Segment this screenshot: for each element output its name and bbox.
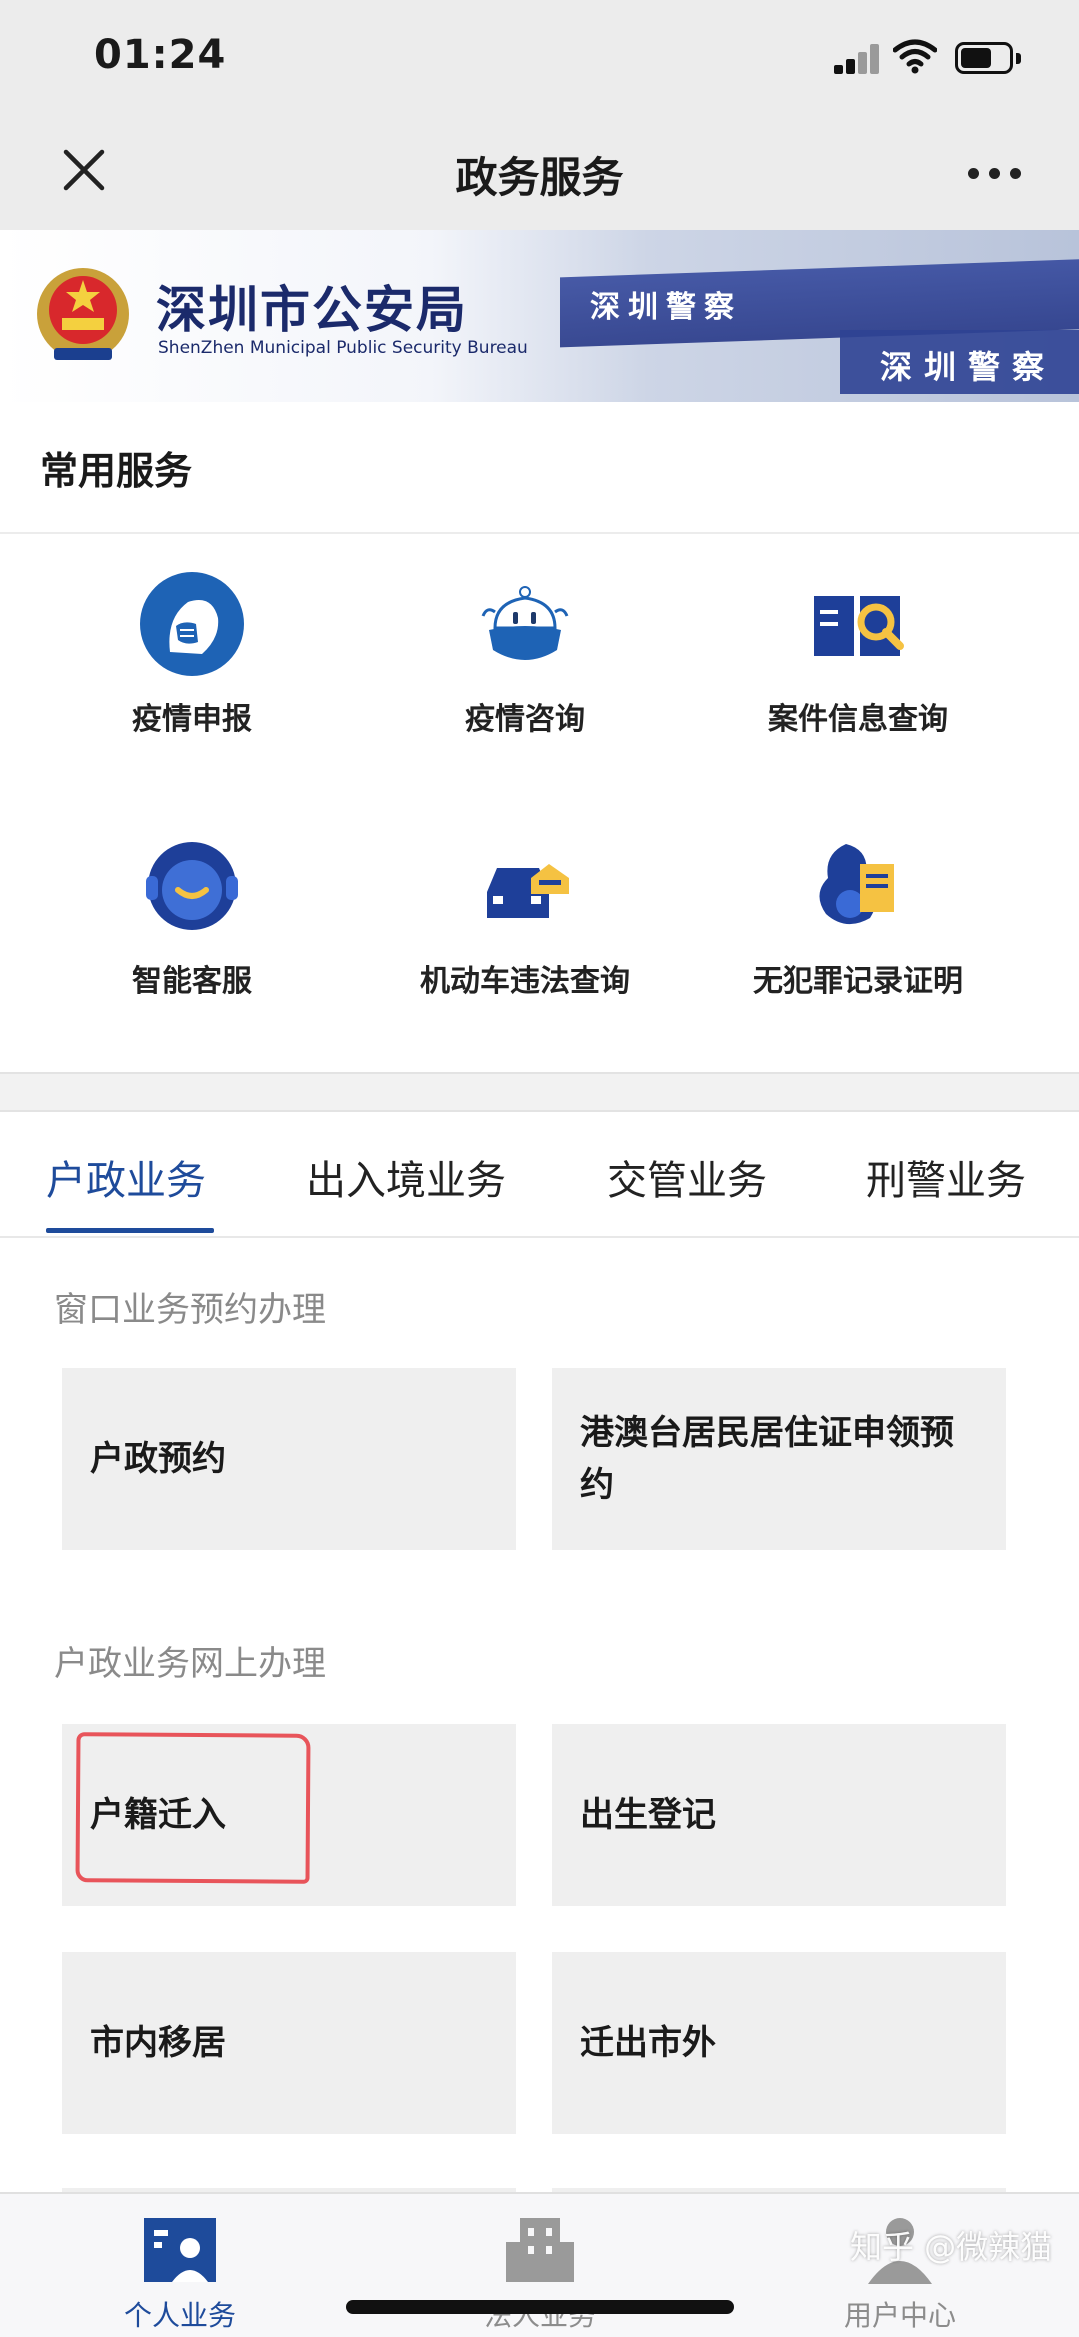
service-label: 疫情申报 xyxy=(132,702,252,737)
common-services-grid: 疫情申报 疫情咨询 案件信息查询 智能客服 机动车违法查询 无犯罪记录证明 xyxy=(0,534,1079,1074)
building-icon xyxy=(506,2218,574,2282)
bottom-tab-label: 用户中心 xyxy=(843,2299,956,2332)
card-label: 出生登记 xyxy=(580,1795,716,1835)
service-label: 疫情咨询 xyxy=(465,702,585,737)
service-label: 机动车违法查询 xyxy=(420,964,630,999)
org-name-en: ShenZhen Municipal Public Security Burea… xyxy=(158,338,528,358)
group-label-online: 户政业务网上办理 xyxy=(54,1644,326,1684)
service-smart-support[interactable]: 智能客服 xyxy=(12,796,372,999)
status-time: 01:24 xyxy=(94,32,227,78)
car-violation-icon xyxy=(487,864,569,918)
tab-exit-entry[interactable]: 出入境业务 xyxy=(306,1148,506,1206)
cellular-signal-icon xyxy=(834,44,882,74)
bottom-tab-legal-entity[interactable]: 法人业务 xyxy=(360,2194,720,2337)
service-label: 案件信息查询 xyxy=(768,702,948,737)
service-epidemic-report[interactable]: 疫情申报 xyxy=(12,534,372,737)
banner-sign-text: 深圳警察 xyxy=(880,348,1057,386)
page-title: 政务服务 xyxy=(455,153,624,202)
mascot-icon xyxy=(481,586,569,660)
book-search-icon xyxy=(814,596,904,656)
group-label-appointment: 窗口业务预约办理 xyxy=(54,1290,326,1330)
service-epidemic-consult[interactable]: 疫情咨询 xyxy=(345,534,705,737)
service-label: 智能客服 xyxy=(132,964,252,999)
org-name: 深圳市公安局 xyxy=(156,281,468,339)
status-bar: 01:24 xyxy=(0,0,1079,120)
tab-criminal[interactable]: 刑警业务 xyxy=(866,1148,1026,1206)
service-vehicle-violation[interactable]: 机动车违法查询 xyxy=(345,796,705,999)
watermark: 知乎 @微辣猫 xyxy=(850,2228,1053,2266)
card-move-within-city[interactable]: 市内移居 xyxy=(62,1952,516,2134)
headset-robot-icon xyxy=(146,842,238,930)
tab-traffic[interactable]: 交管业务 xyxy=(607,1148,767,1206)
section-separator xyxy=(0,1072,1079,1112)
nav-bar: 政务服务 xyxy=(0,120,1079,230)
card-label: 港澳台居民居住证申领预约 xyxy=(580,1413,954,1505)
red-annotation-box xyxy=(75,1732,311,1884)
battery-icon xyxy=(955,42,1021,74)
police-emblem-logo xyxy=(37,268,129,360)
header-banner: 深圳警察 深圳警察 深圳市公安局 ShenZhen Municipal Publ… xyxy=(0,230,1079,402)
business-tabs: 户政业务 出入境业务 交管业务 刑警业务 xyxy=(0,1112,1079,1238)
common-services-title: 常用服务 xyxy=(40,449,193,493)
tab-household[interactable]: 户政业务 xyxy=(46,1148,206,1206)
more-options-icon[interactable] xyxy=(968,168,1022,180)
service-no-crime-certificate[interactable]: 无犯罪记录证明 xyxy=(678,796,1038,999)
card-birth-registration[interactable]: 出生登记 xyxy=(552,1724,1006,1906)
service-label: 无犯罪记录证明 xyxy=(753,964,963,999)
card-label: 市内移居 xyxy=(90,2023,226,2063)
card-label: 迁出市外 xyxy=(580,2023,716,2063)
banner-sign-text: 深圳警察 xyxy=(590,290,742,325)
app-screen: 01:24 政务服务 深圳警察 深圳警察 深圳市公安局 ShenZhen Mun… xyxy=(0,0,1079,2337)
card-household-appointment[interactable]: 户政预约 xyxy=(62,1368,516,1550)
card-label: 户政预约 xyxy=(90,1439,226,1479)
personal-card-icon xyxy=(144,2218,216,2282)
service-case-query[interactable]: 案件信息查询 xyxy=(678,534,1038,737)
wifi-icon xyxy=(893,39,937,74)
active-tab-indicator xyxy=(46,1228,214,1233)
card-move-out-of-city[interactable]: 迁出市外 xyxy=(552,1952,1006,2134)
bottom-tab-personal[interactable]: 个人业务 xyxy=(0,2194,360,2337)
certificate-icon xyxy=(819,844,894,925)
card-hk-macao-taiwan-residence-permit[interactable]: 港澳台居民居住证申领预约 xyxy=(552,1368,1006,1550)
mask-person-icon xyxy=(140,572,244,676)
bottom-tab-label: 个人业务 xyxy=(123,2299,236,2332)
home-indicator[interactable] xyxy=(346,2300,734,2314)
